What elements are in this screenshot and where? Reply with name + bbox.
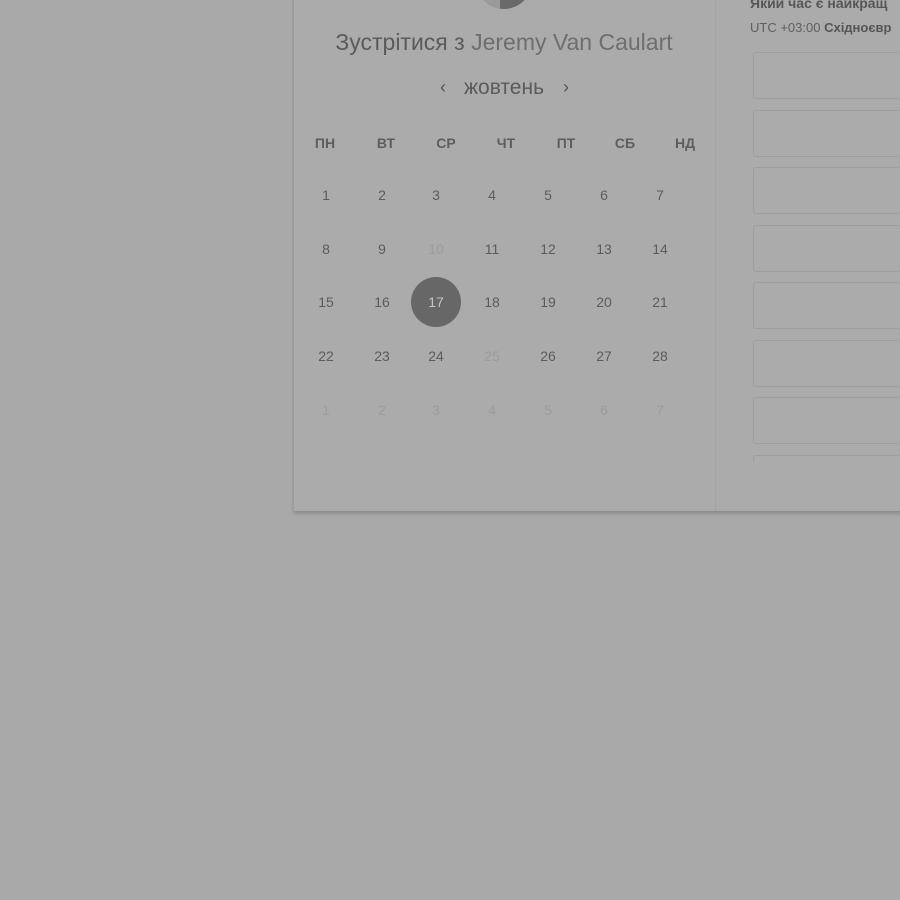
- time-slot-button[interactable]: [753, 339, 900, 387]
- day-cell: 7: [656, 402, 664, 418]
- day-cell[interactable]: 28: [635, 331, 685, 381]
- weekday-label: ПН: [314, 135, 336, 151]
- title-prefix: Зустрітися з: [335, 29, 465, 55]
- day-cell: 1: [322, 402, 330, 418]
- time-slot-panel: Який час є найкращ UTC +03:00 Східноєвр: [715, 0, 900, 511]
- time-slot-button[interactable]: [753, 224, 900, 272]
- day-cell[interactable]: 13: [579, 224, 629, 274]
- weekday-label: НД: [674, 135, 696, 151]
- day-cell[interactable]: 9: [357, 224, 407, 274]
- day-cell[interactable]: 6: [579, 170, 629, 220]
- time-slot-list: [753, 52, 900, 462]
- host-name: Jeremy Van Caulart: [471, 29, 673, 55]
- day-cell: 3: [432, 402, 440, 418]
- day-cell: 5: [544, 402, 552, 418]
- day-cell[interactable]: 3: [411, 170, 461, 220]
- weekday-label: ВТ: [376, 135, 396, 151]
- month-navigation: ‹ жовтень ›: [294, 74, 714, 104]
- timezone-label[interactable]: UTC +03:00 Східноєвр: [750, 20, 891, 35]
- day-cell[interactable]: 27: [579, 331, 629, 381]
- day-cell[interactable]: 11: [467, 224, 517, 274]
- day-cell[interactable]: 23: [357, 331, 407, 381]
- avatar: [476, 0, 532, 9]
- day-cell[interactable]: 16: [357, 277, 407, 327]
- time-slot-button[interactable]: [753, 109, 900, 157]
- weekday-label: ПТ: [556, 135, 576, 151]
- day-cell[interactable]: 19: [523, 277, 573, 327]
- time-slot-button[interactable]: [753, 282, 900, 329]
- day-cell[interactable]: 14: [635, 224, 685, 274]
- day-cell[interactable]: 2: [357, 170, 407, 220]
- time-slot-button[interactable]: [753, 52, 900, 99]
- day-cell[interactable]: 5: [523, 170, 573, 220]
- booking-dialog: Зустрітися з Jeremy Van Caulart ‹ жовтен…: [294, 0, 900, 511]
- weekday-label: СБ: [614, 135, 636, 151]
- day-cell[interactable]: 20: [579, 277, 629, 327]
- day-cell[interactable]: 18: [467, 277, 517, 327]
- day-cell[interactable]: 8: [301, 224, 351, 274]
- timezone-name: Східноєвр: [824, 20, 892, 35]
- time-slot-button[interactable]: [753, 454, 900, 462]
- timezone-offset: UTC +03:00: [750, 20, 821, 35]
- day-cell-selected[interactable]: 17: [411, 277, 461, 327]
- day-cell[interactable]: 4: [467, 170, 517, 220]
- chevron-right-icon[interactable]: ›: [556, 74, 576, 102]
- day-cell[interactable]: 15: [301, 277, 351, 327]
- day-cell[interactable]: 1: [301, 170, 351, 220]
- page-title: Зустрітися з Jeremy Van Caulart: [294, 29, 714, 56]
- day-cell: 10: [428, 241, 444, 257]
- day-cell[interactable]: 7: [635, 170, 685, 220]
- time-question-heading: Який час є найкращ: [750, 0, 888, 11]
- day-cell: 4: [488, 402, 496, 418]
- avatar-highlight: [476, 0, 500, 9]
- day-cell[interactable]: 24: [411, 331, 461, 381]
- weekday-label: СР: [436, 135, 456, 151]
- day-cell[interactable]: 26: [523, 331, 573, 381]
- month-label: жовтень: [463, 76, 545, 99]
- weekday-label: ЧТ: [496, 135, 516, 151]
- calendar-panel: Зустрітися з Jeremy Van Caulart ‹ жовтен…: [294, 0, 714, 511]
- day-cell[interactable]: 12: [523, 224, 573, 274]
- day-cell: 25: [484, 348, 500, 364]
- time-slot-button[interactable]: [753, 167, 900, 214]
- time-slot-button[interactable]: [753, 397, 900, 444]
- day-cell: 6: [600, 402, 608, 418]
- day-cell[interactable]: 22: [301, 331, 351, 381]
- day-cell[interactable]: 21: [635, 277, 685, 327]
- day-cell: 2: [378, 402, 386, 418]
